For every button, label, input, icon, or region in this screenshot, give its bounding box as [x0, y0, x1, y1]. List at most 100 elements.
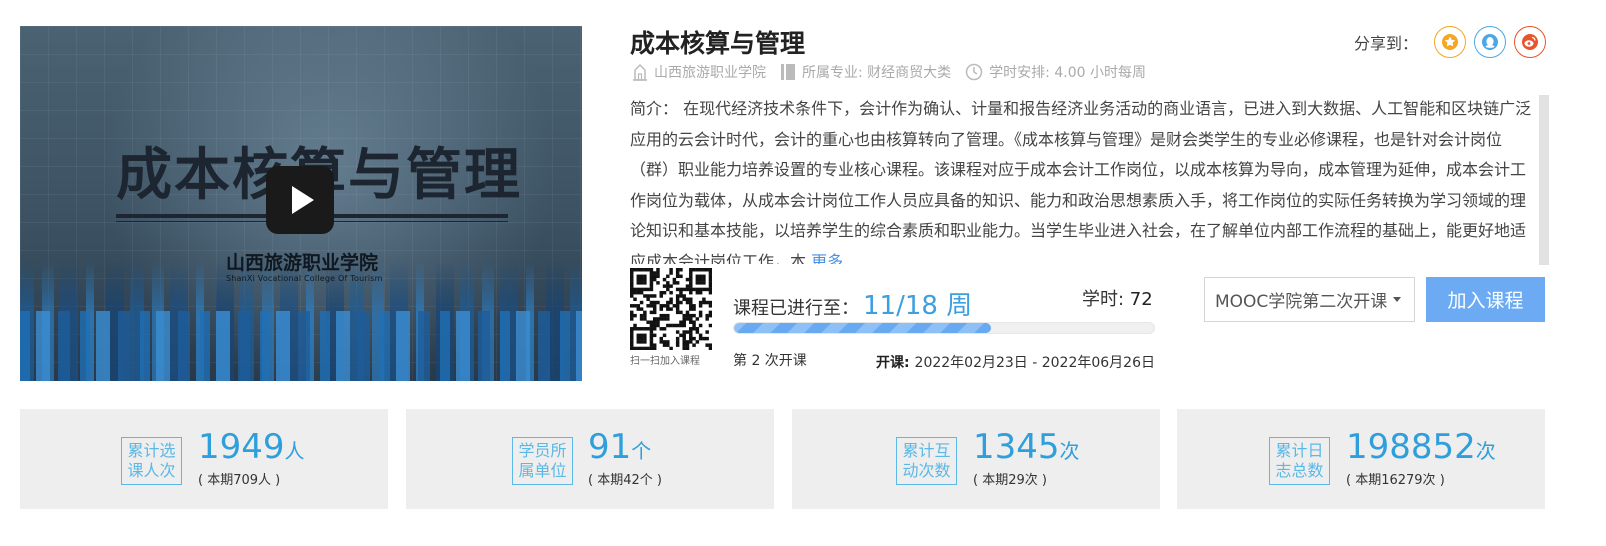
qr-module: [630, 304, 634, 308]
stat-card-interactions: 累计互 动次数 1345次 ( 本期29次 ): [792, 409, 1160, 509]
qr-module: [705, 317, 709, 321]
qr-module: [639, 327, 644, 331]
building-icon: [633, 63, 647, 81]
qr-module: [685, 284, 690, 288]
qr-module: [636, 304, 641, 308]
qr-module: [649, 271, 654, 275]
qr-module: [682, 333, 686, 338]
qr-module: [692, 336, 696, 341]
qr-module: [649, 287, 654, 292]
stat-number-value: 198852: [1346, 427, 1476, 467]
qr-module: [659, 313, 663, 318]
qr-module: [643, 346, 647, 351]
qr-module: [708, 346, 713, 351]
qr-module: [685, 297, 690, 301]
qr-module: [649, 333, 654, 338]
qr-module: [679, 287, 683, 292]
qr-module: [689, 333, 693, 338]
qr-module: [666, 313, 670, 318]
qr-module: [662, 284, 667, 288]
qr-module: [675, 268, 680, 272]
meta-major: 所属专业: 财经商贸大类: [780, 62, 951, 82]
qr-module: [679, 290, 683, 295]
qr-module: [633, 268, 637, 272]
qr-module: [695, 290, 700, 295]
qr-module: [702, 300, 706, 305]
qr-module: [708, 268, 713, 272]
qr-module: [689, 317, 693, 321]
play-button[interactable]: [266, 166, 334, 234]
stat-sub: ( 本期16279次 ): [1346, 473, 1445, 488]
qr-module: [679, 294, 683, 298]
qr-module: [689, 340, 693, 344]
stat-sub: ( 本期29次 ): [973, 473, 1047, 488]
stat-number-value: 1345: [973, 427, 1060, 467]
qr-module: [649, 304, 654, 308]
qr-module: [646, 268, 650, 272]
stat-tag: 学员所 属单位: [512, 437, 573, 485]
qr-module: [649, 343, 654, 347]
qr-module: [672, 277, 677, 282]
qr-module: [689, 284, 693, 288]
qr-module: [689, 281, 693, 285]
qr-module: [639, 268, 644, 272]
qr-module: [692, 343, 696, 347]
qr-module: [652, 300, 657, 305]
qr-module: [708, 310, 713, 315]
qr-module: [695, 327, 700, 331]
qr-module: [639, 340, 644, 344]
qr-caption: 扫一扫加入课程: [630, 356, 700, 367]
qr-module: [630, 317, 634, 321]
qq-penguin-icon[interactable]: [1474, 26, 1506, 58]
course-meta: 山西旅游职业学院 所属专业: 财经商贸大类 学时安排: 4.00 小时每周: [632, 62, 1160, 82]
stat-number-value: 91: [588, 427, 632, 467]
progress-label-text: 课程已进行至：: [733, 298, 859, 319]
join-course-button[interactable]: 加入课程: [1426, 277, 1545, 322]
session-select[interactable]: MOOC学院第二次开课: [1204, 277, 1415, 322]
qr-module: [695, 330, 700, 334]
qr-module: [643, 277, 647, 282]
qr-module: [630, 310, 634, 315]
weibo-icon[interactable]: [1514, 26, 1546, 58]
qr-module: [675, 274, 680, 279]
course-intro: 简介： 在现代经济技术条件下，会计作为确认、计量和报告经济业务活动的商业语言，已…: [630, 94, 1540, 264]
stat-tag-line2: 属单位: [518, 461, 567, 480]
progress-bar: [733, 322, 1155, 334]
qr-module: [682, 297, 686, 301]
stat-number-unit: 个: [631, 439, 652, 463]
qr-module: [675, 307, 680, 311]
qr-module: [692, 327, 696, 331]
qr-module: [682, 343, 686, 347]
meta-school: 山西旅游职业学院: [632, 62, 766, 82]
qr-module: [630, 290, 634, 295]
qr-module: [633, 290, 637, 295]
qr-module: [636, 307, 641, 311]
qr-module: [708, 271, 713, 275]
qr-module: [708, 343, 713, 347]
qr-module: [636, 333, 641, 338]
qr-module: [708, 277, 713, 282]
intro-scrollbar-thumb[interactable]: [1539, 95, 1549, 265]
qr-module: [659, 290, 663, 295]
intro-more-link[interactable]: 更多: [811, 252, 843, 265]
qr-module: [708, 313, 713, 318]
qr-module: [666, 343, 670, 347]
qr-module: [698, 336, 703, 341]
qzone-star-icon[interactable]: [1434, 26, 1466, 58]
session-select-value: MOOC学院第二次开课: [1215, 292, 1388, 312]
qr-module: [646, 346, 650, 351]
qr-module: [705, 287, 709, 292]
course-video[interactable]: 成本核算与管理 山西旅游职业学院 ShanXi Vocational Colle…: [20, 26, 582, 381]
qr-module: [662, 317, 667, 321]
qr-module: [649, 300, 654, 305]
qr-module: [649, 330, 654, 334]
qr-module: [666, 340, 670, 344]
qr-module: [659, 340, 663, 344]
qr-module: [652, 304, 657, 308]
qr-module: [675, 343, 680, 347]
dates-label: 开课:: [876, 355, 915, 371]
qr-module: [630, 271, 634, 275]
qr-module: [685, 330, 690, 334]
qr-module: [685, 343, 690, 347]
intro-scrollbar[interactable]: [1539, 95, 1549, 265]
